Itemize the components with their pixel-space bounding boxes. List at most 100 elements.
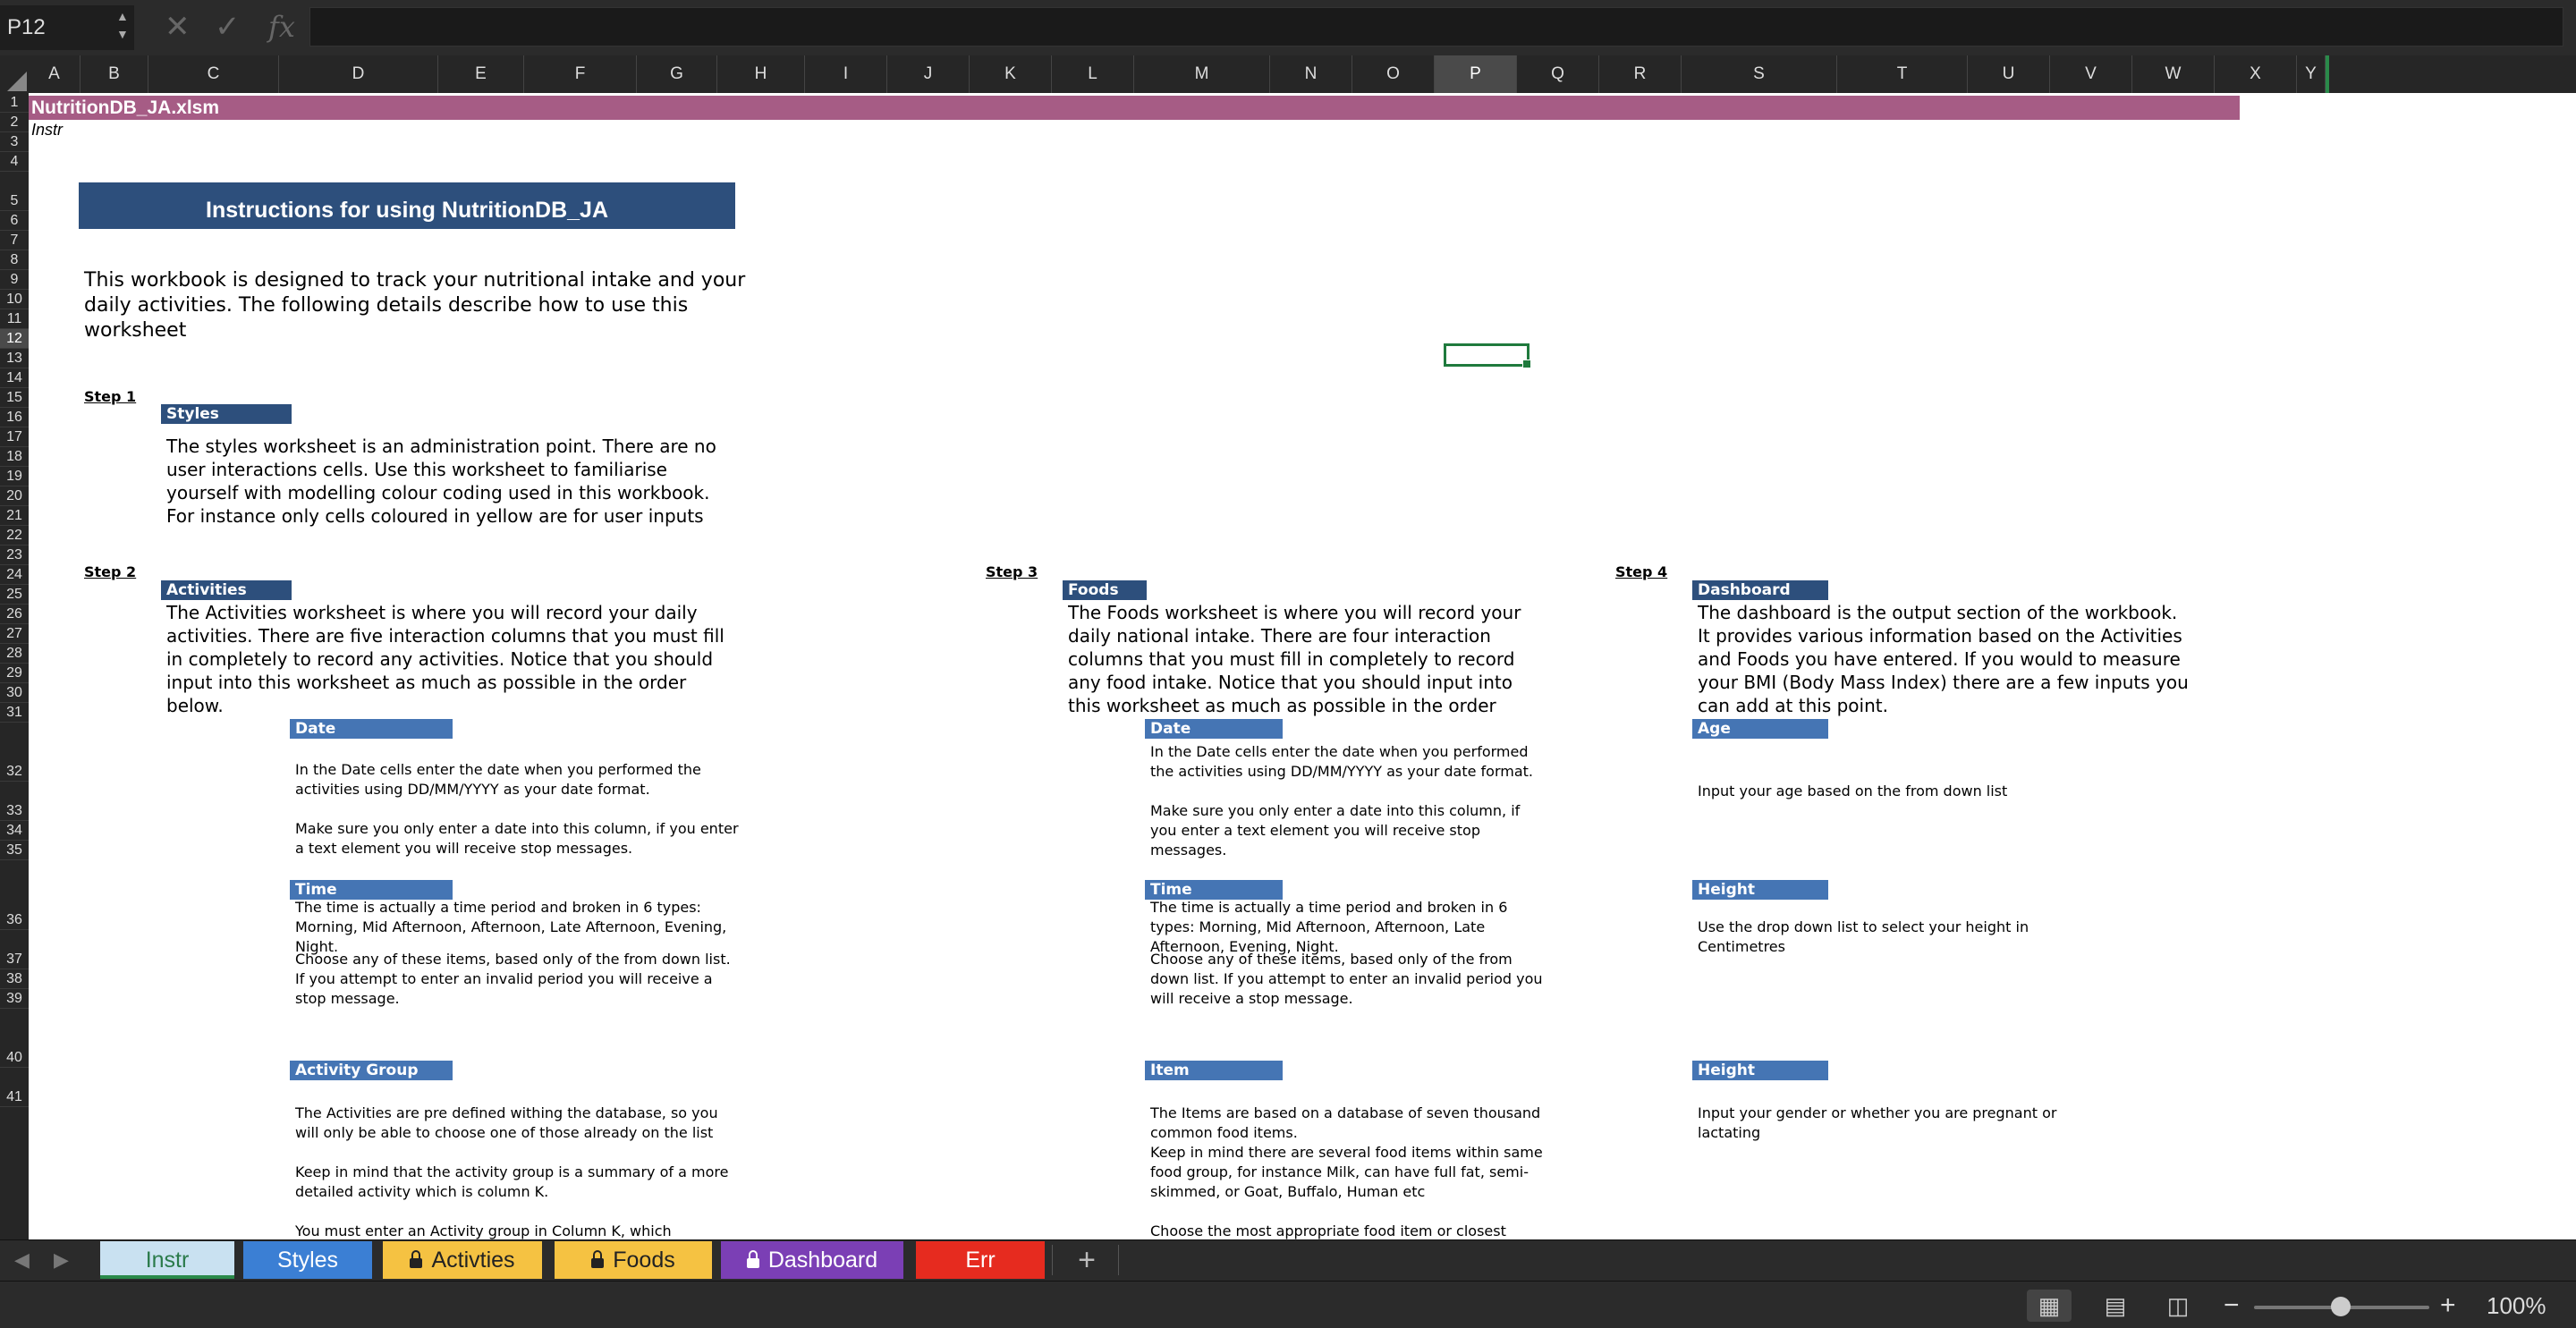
row-header-25[interactable]: 25 (0, 585, 29, 605)
page-layout-view-icon[interactable]: ▤ (2093, 1290, 2138, 1322)
row-header-15[interactable]: 15 (0, 388, 29, 408)
row-header-26[interactable]: 26 (0, 605, 29, 624)
formula-input[interactable] (309, 7, 2563, 47)
column-header-l[interactable]: L (1052, 55, 1134, 93)
column-header-k[interactable]: K (970, 55, 1052, 93)
prev-sheet-icon[interactable]: ◀ (14, 1248, 30, 1272)
column-header-e[interactable]: E (438, 55, 524, 93)
row-header-29[interactable]: 29 (0, 664, 29, 683)
row-header-10[interactable]: 10 (0, 290, 29, 309)
row-header-4[interactable]: 4 (0, 152, 29, 172)
column-header-d[interactable]: D (279, 55, 438, 93)
column-header-v[interactable]: V (2050, 55, 2132, 93)
row-header-7[interactable]: 7 (0, 231, 29, 250)
zoom-slider-thumb[interactable] (2331, 1297, 2351, 1316)
row-header-20[interactable]: 20 (0, 486, 29, 506)
step2-label: Step 2 (84, 563, 137, 580)
row-header-41[interactable]: 41 (0, 1068, 29, 1107)
page-break-view-icon[interactable]: ◫ (2156, 1290, 2200, 1322)
next-sheet-icon[interactable]: ▶ (54, 1248, 69, 1272)
column-header-r[interactable]: R (1599, 55, 1682, 93)
row-header-19[interactable]: 19 (0, 467, 29, 486)
worksheet-grid[interactable]: NutritionDB_JA.xlsm Instr Instructions f… (29, 93, 2576, 1239)
row-header-28[interactable]: 28 (0, 644, 29, 664)
row-header-9[interactable]: 9 (0, 270, 29, 290)
select-all-corner[interactable] (0, 55, 30, 93)
name-box[interactable]: P12 (0, 5, 134, 50)
column-header-q[interactable]: Q (1517, 55, 1599, 93)
column-header-b[interactable]: B (80, 55, 148, 93)
column-header-p[interactable]: P (1435, 55, 1517, 93)
tab-foods[interactable]: Foods (555, 1241, 712, 1279)
row-header-16[interactable]: 16 (0, 408, 29, 427)
row-header-27[interactable]: 27 (0, 624, 29, 644)
active-cell-selection[interactable] (1444, 343, 1531, 368)
sheet-name-cell: Instr (31, 121, 64, 139)
row-header-8[interactable]: 8 (0, 250, 29, 270)
row-header-38[interactable]: 38 (0, 969, 29, 989)
column-header-g[interactable]: G (637, 55, 717, 93)
column-header-u[interactable]: U (1968, 55, 2050, 93)
tab-styles[interactable]: Styles (243, 1241, 372, 1279)
row-header-24[interactable]: 24 (0, 565, 29, 585)
row-header-22[interactable]: 22 (0, 526, 29, 546)
normal-view-icon[interactable]: ▦ (2027, 1290, 2072, 1322)
tab-activities[interactable]: Activties (383, 1241, 542, 1279)
column-header-i[interactable]: I (805, 55, 887, 93)
row-header-32[interactable]: 32 (0, 723, 29, 782)
column-header-h[interactable]: H (717, 55, 805, 93)
row-header-40[interactable]: 40 (0, 1009, 29, 1068)
column-header-x[interactable]: X (2215, 55, 2297, 93)
foods-item-text3: Choose the most appropriate food item or… (1150, 1222, 1506, 1239)
zoom-out-icon[interactable]: − (2224, 1288, 2240, 1324)
row-header-37[interactable]: 37 (0, 930, 29, 969)
row-header-18[interactable]: 18 (0, 447, 29, 467)
zoom-in-icon[interactable]: + (2440, 1288, 2456, 1324)
row-header-2[interactable]: 2 (0, 113, 29, 132)
name-box-stepper-icon[interactable]: ▲ ▼ (116, 7, 129, 43)
tab-err[interactable]: Err (916, 1241, 1045, 1279)
tab-dashboard[interactable]: Dashboard (721, 1241, 903, 1279)
zoom-level[interactable]: 100% (2487, 1288, 2546, 1324)
activity-group-text3: You must enter an Activity group in Colu… (295, 1222, 672, 1239)
row-header-36[interactable]: 36 (0, 860, 29, 930)
column-header-t[interactable]: T (1837, 55, 1968, 93)
column-header-a[interactable]: A (29, 55, 80, 93)
row-header-12[interactable]: 12 (0, 329, 29, 349)
row-header-6[interactable]: 6 (0, 211, 29, 231)
column-header-s[interactable]: S (1682, 55, 1837, 93)
column-header-c[interactable]: C (148, 55, 279, 93)
row-header-39[interactable]: 39 (0, 989, 29, 1009)
column-header-o[interactable]: O (1352, 55, 1435, 93)
tab-instr[interactable]: Instr (100, 1241, 234, 1279)
row-header-35[interactable]: 35 (0, 841, 29, 860)
row-header-14[interactable]: 14 (0, 368, 29, 388)
enter-icon[interactable]: ✓ (215, 9, 241, 45)
row-header-33[interactable]: 33 (0, 782, 29, 821)
row-header-17[interactable]: 17 (0, 427, 29, 447)
row-header-3[interactable]: 3 (0, 132, 29, 152)
column-header-w[interactable]: W (2132, 55, 2215, 93)
row-header-34[interactable]: 34 (0, 821, 29, 841)
row-header-11[interactable]: 11 (0, 309, 29, 329)
column-header-j[interactable]: J (887, 55, 970, 93)
column-header-n[interactable]: N (1270, 55, 1352, 93)
cancel-icon[interactable]: ✕ (165, 9, 191, 45)
age-tag: Age (1692, 719, 1828, 739)
row-header-21[interactable]: 21 (0, 506, 29, 526)
column-header-f[interactable]: F (524, 55, 637, 93)
row-header-23[interactable]: 23 (0, 546, 29, 565)
column-header-m[interactable]: M (1134, 55, 1270, 93)
column-header-y[interactable]: Y (2297, 55, 2326, 93)
row-header-31[interactable]: 31 (0, 703, 29, 723)
row-header-5[interactable]: 5 (0, 172, 29, 211)
activities-date-text2: Make sure you only enter a date into thi… (295, 820, 739, 857)
activity-group-tag: Activity Group (290, 1061, 453, 1080)
foods-item-tag: Item (1145, 1061, 1283, 1080)
activities-date-tag: Date (290, 719, 453, 739)
row-header-1[interactable]: 1 (0, 93, 29, 113)
row-header-13[interactable]: 13 (0, 349, 29, 368)
add-sheet-button[interactable]: + (1064, 1241, 1109, 1279)
row-header-30[interactable]: 30 (0, 683, 29, 703)
fx-icon[interactable]: fx (268, 9, 295, 45)
